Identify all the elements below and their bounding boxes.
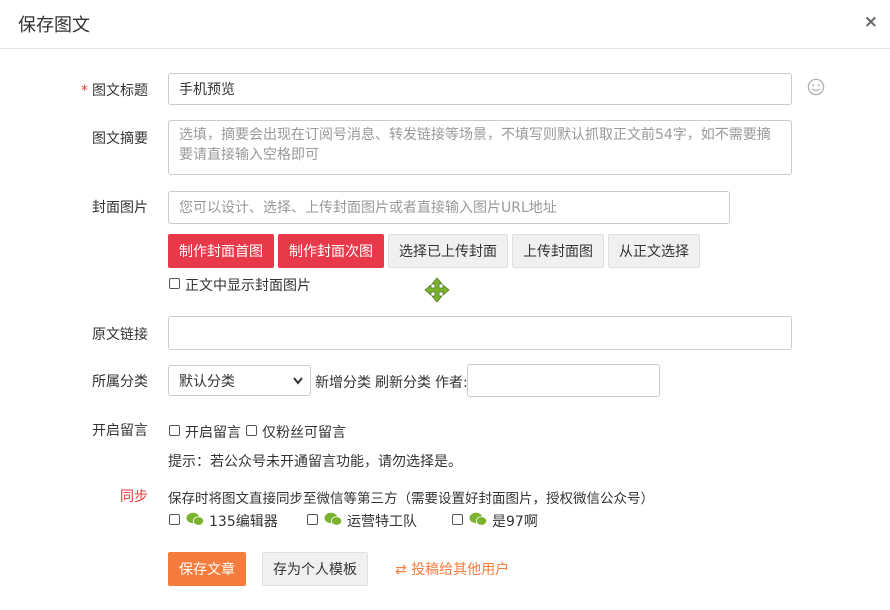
sync-account-checkbox[interactable] xyxy=(452,514,463,525)
show-cover-in-body-checkbox[interactable] xyxy=(169,278,180,289)
refresh-category-link[interactable]: 刷新分类 xyxy=(375,372,431,392)
wechat-icon xyxy=(324,512,342,526)
make-cover-second-button[interactable]: 制作封面次图 xyxy=(278,234,384,268)
dialog-title: 保存图文 xyxy=(18,15,90,36)
fans-only-label: 仅粉丝可留言 xyxy=(262,425,346,441)
comment-label: 开启留言 xyxy=(92,423,148,439)
save-as-template-button[interactable]: 存为个人模板 xyxy=(262,552,368,586)
close-icon[interactable]: × xyxy=(864,12,878,32)
select-from-body-button[interactable]: 从正文选择 xyxy=(608,234,700,268)
title-label-text: 图文标题 xyxy=(92,83,148,99)
upload-cover-button[interactable]: 上传封面图 xyxy=(512,234,604,268)
enable-comment-label: 开启留言 xyxy=(185,425,241,441)
category-selected-value: 默认分类 xyxy=(179,373,235,390)
sync-account-label: 运营特工队 xyxy=(347,514,417,530)
comment-hint: 提示：若公众号未开通留言功能，请勿选择是。 xyxy=(168,454,462,470)
move-cursor-icon xyxy=(424,277,450,303)
enable-comment-checkbox[interactable] xyxy=(169,425,180,436)
emoji-icon[interactable] xyxy=(807,78,825,96)
submit-to-others-label: 投稿给其他用户 xyxy=(411,562,510,578)
sync-account-label: 135编辑器 xyxy=(209,514,278,530)
sync-account-label: 是97啊 xyxy=(492,514,538,530)
swap-icon: ⇄ xyxy=(395,562,407,578)
sync-label: 同步 xyxy=(120,489,148,505)
wechat-icon xyxy=(469,512,487,526)
category-label: 所属分类 xyxy=(92,374,148,390)
make-cover-first-button[interactable]: 制作封面首图 xyxy=(168,234,274,268)
summary-textarea[interactable] xyxy=(168,120,792,175)
add-category-link[interactable]: 新增分类 xyxy=(315,372,371,392)
category-select[interactable]: 默认分类 xyxy=(168,365,311,396)
sync-account-checkbox[interactable] xyxy=(307,514,318,525)
cover-label: 封面图片 xyxy=(92,200,148,216)
select-uploaded-cover-button[interactable]: 选择已上传封面 xyxy=(388,234,508,268)
wechat-icon xyxy=(186,512,204,526)
sync-description: 保存时将图文直接同步至微信等第三方（需要设置好封面图片，授权微信公众号） xyxy=(168,491,654,507)
source-link-input[interactable] xyxy=(168,316,792,350)
chevron-down-icon xyxy=(293,377,303,385)
author-label: 作者: xyxy=(435,375,468,391)
title-label: * 图文标题 xyxy=(0,80,148,100)
dialog-header: 保存图文 × xyxy=(0,0,890,49)
summary-label: 图文摘要 xyxy=(92,131,148,147)
cover-url-input[interactable] xyxy=(168,191,730,224)
show-cover-in-body-label: 正文中显示封面图片 xyxy=(185,278,311,294)
save-article-button[interactable]: 保存文章 xyxy=(168,552,246,586)
source-link-label: 原文链接 xyxy=(92,327,148,343)
author-input[interactable] xyxy=(467,364,660,397)
required-mark: * xyxy=(81,83,88,99)
fans-only-checkbox[interactable] xyxy=(246,425,257,436)
sync-account-checkbox[interactable] xyxy=(169,514,180,525)
submit-to-others-link[interactable]: ⇄ 投稿给其他用户 xyxy=(395,559,509,579)
title-input[interactable] xyxy=(168,73,792,105)
